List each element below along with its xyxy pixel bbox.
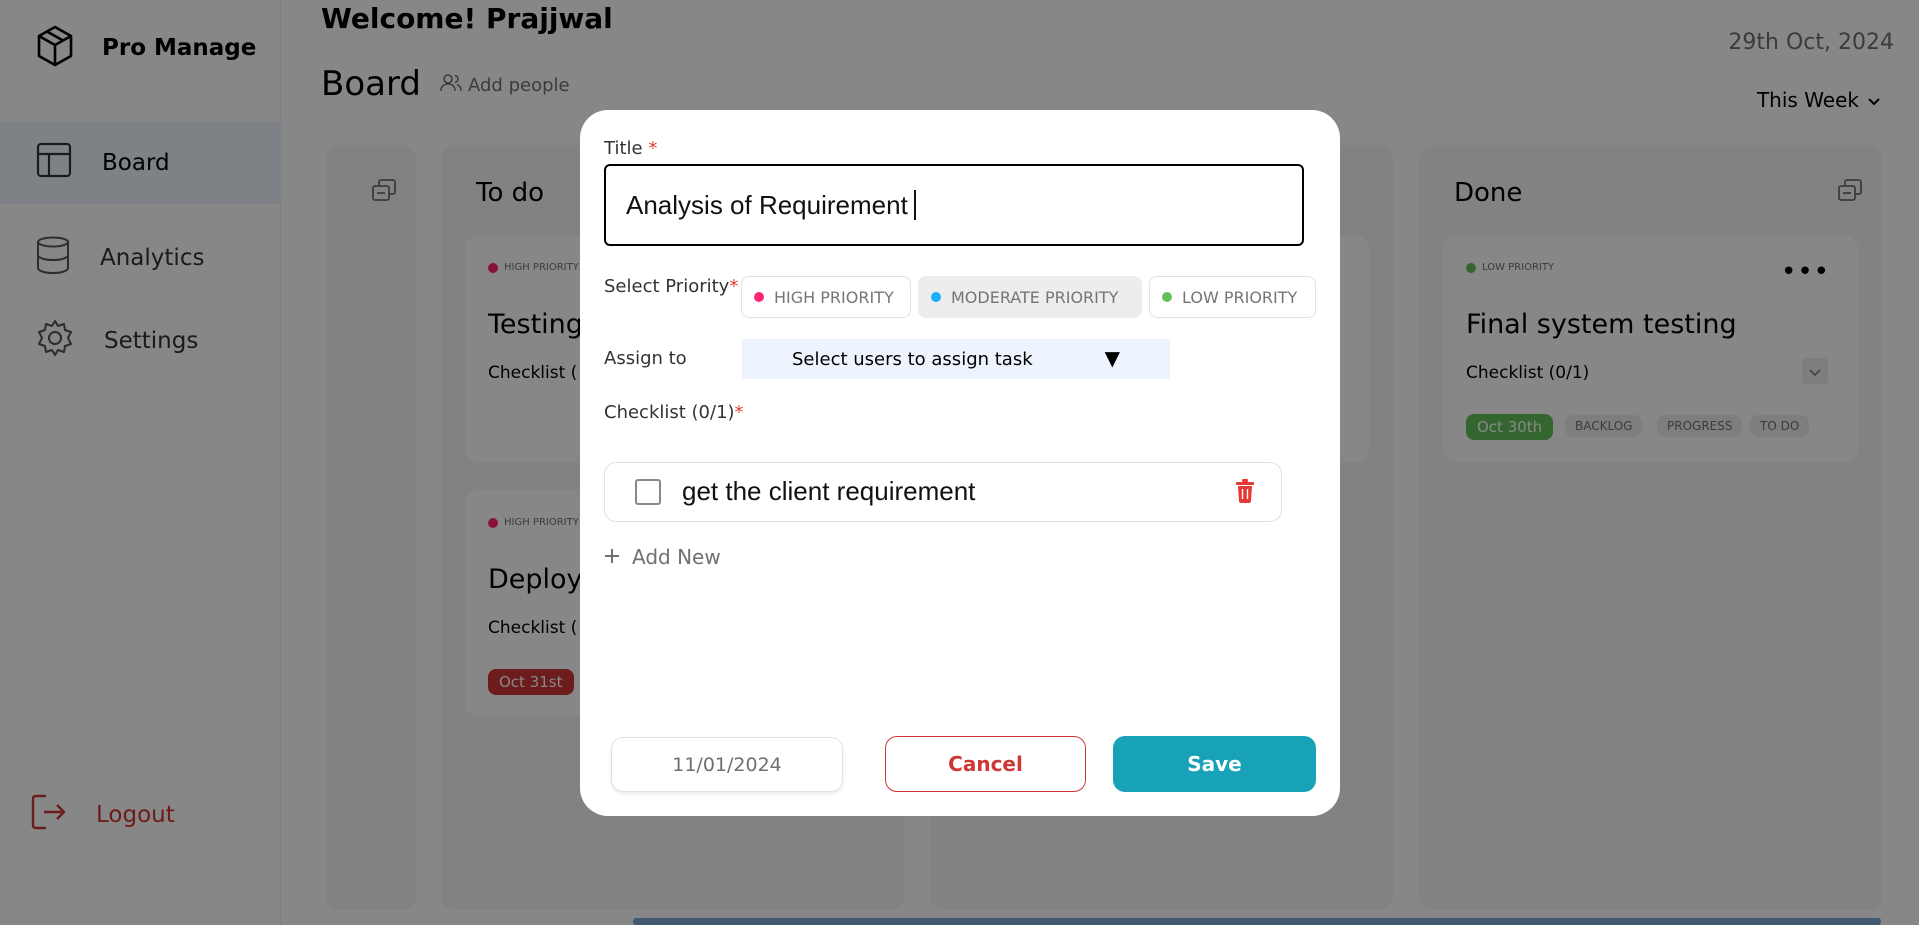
save-button[interactable]: Save — [1113, 736, 1316, 792]
add-new-label: Add New — [632, 545, 721, 569]
priority-label-text: Select Priority — [604, 276, 730, 297]
assign-placeholder: Select users to assign task — [792, 348, 1033, 370]
priority-dot — [1162, 292, 1172, 302]
checklist-checkbox[interactable] — [635, 479, 661, 505]
text-caret — [913, 190, 916, 220]
checklist-item-text[interactable]: get the client requirement — [682, 476, 975, 507]
required-mark: * — [734, 402, 744, 423]
checklist-item: get the client requirement — [604, 462, 1282, 522]
checklist-label-text: Checklist (0/1) — [604, 402, 735, 423]
dropdown-arrow-icon: ▼ — [1104, 346, 1120, 370]
title-label-text: Title — [604, 138, 643, 159]
title-label: Title * — [604, 138, 657, 159]
priority-low-button[interactable]: LOW PRIORITY — [1149, 276, 1316, 318]
plus-icon — [604, 545, 620, 569]
cancel-button[interactable]: Cancel — [885, 736, 1086, 792]
priority-option-label: MODERATE PRIORITY — [951, 287, 1119, 307]
required-mark: * — [648, 138, 658, 159]
due-date-picker[interactable]: 11/01/2024 — [611, 737, 843, 792]
required-mark: * — [729, 276, 739, 297]
priority-high-button[interactable]: HIGH PRIORITY — [741, 276, 911, 318]
assign-user-select[interactable]: Select users to assign task ▼ — [742, 339, 1170, 379]
priority-option-label: HIGH PRIORITY — [774, 287, 894, 307]
title-input-value: Analysis of Requirement — [626, 189, 908, 220]
add-checklist-item-button[interactable]: Add New — [604, 545, 721, 569]
trash-icon[interactable] — [1235, 479, 1255, 507]
title-input[interactable]: Analysis of Requirement — [604, 164, 1304, 246]
priority-option-label: LOW PRIORITY — [1182, 287, 1298, 307]
assign-label: Assign to — [604, 348, 687, 369]
priority-dot — [754, 292, 764, 302]
priority-label: Select Priority* — [604, 276, 738, 297]
priority-moderate-button[interactable]: MODERATE PRIORITY — [918, 276, 1142, 318]
priority-dot — [931, 292, 941, 302]
checklist-label: Checklist (0/1)* — [604, 402, 744, 423]
create-task-modal: Title * Analysis of Requirement Select P… — [580, 110, 1340, 816]
